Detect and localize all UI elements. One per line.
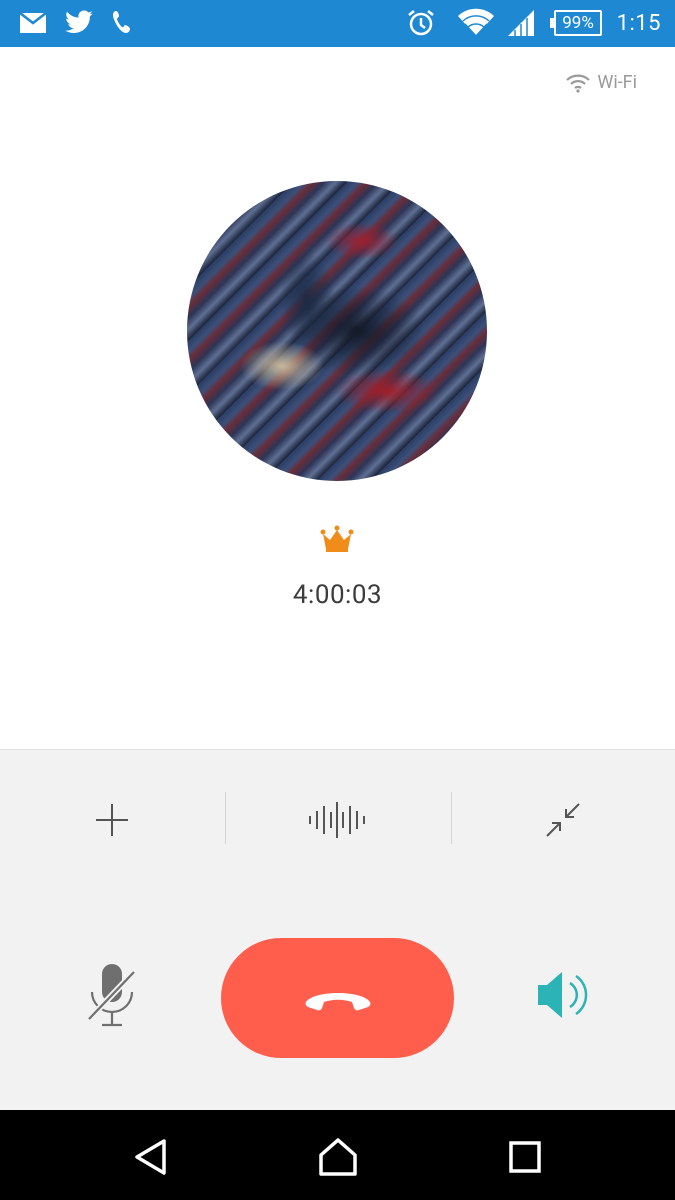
call-controls (0, 749, 675, 1110)
alarm-icon (406, 8, 436, 38)
call-duration: 4:00:03 (292, 580, 383, 610)
divider (451, 792, 452, 844)
crown-icon (320, 525, 354, 552)
home-icon (319, 1138, 357, 1176)
end-call-button[interactable] (221, 938, 454, 1058)
add-call-button[interactable] (82, 790, 142, 850)
battery-level: 99% (554, 10, 602, 36)
home-button[interactable] (316, 1135, 360, 1179)
divider (225, 792, 226, 844)
mute-button[interactable] (80, 955, 144, 1035)
recents-icon (509, 1141, 541, 1173)
battery-icon: 99% (550, 10, 602, 36)
contact-avatar (187, 181, 487, 481)
back-icon (135, 1139, 166, 1175)
speaker-button[interactable] (530, 960, 600, 1030)
back-button[interactable] (128, 1135, 172, 1179)
mail-icon (18, 8, 48, 38)
status-bar: 99% 1:15 (0, 0, 675, 47)
signal-icon (506, 8, 536, 38)
phone-icon (112, 8, 134, 38)
navigation-bar (0, 1110, 675, 1200)
network-indicator: Wi-Fi (565, 72, 637, 93)
speaker-icon (538, 972, 588, 1018)
end-call-icon (305, 993, 370, 1011)
clock: 1:15 (616, 11, 661, 36)
minimize-icon (546, 803, 580, 837)
voice-effect-button[interactable] (302, 790, 372, 850)
add-icon (96, 804, 128, 836)
twitter-icon (64, 8, 94, 38)
voice-waveform-icon (309, 802, 365, 838)
wifi-icon (566, 74, 591, 93)
minimize-button[interactable] (533, 790, 593, 850)
call-screen: 99% 1:15 Wi-Fi 4:00:03 (0, 0, 675, 1200)
recents-button[interactable] (503, 1135, 547, 1179)
wifi-icon (457, 8, 495, 38)
mute-mic-icon (86, 964, 137, 1027)
network-label: Wi-Fi (597, 72, 637, 93)
